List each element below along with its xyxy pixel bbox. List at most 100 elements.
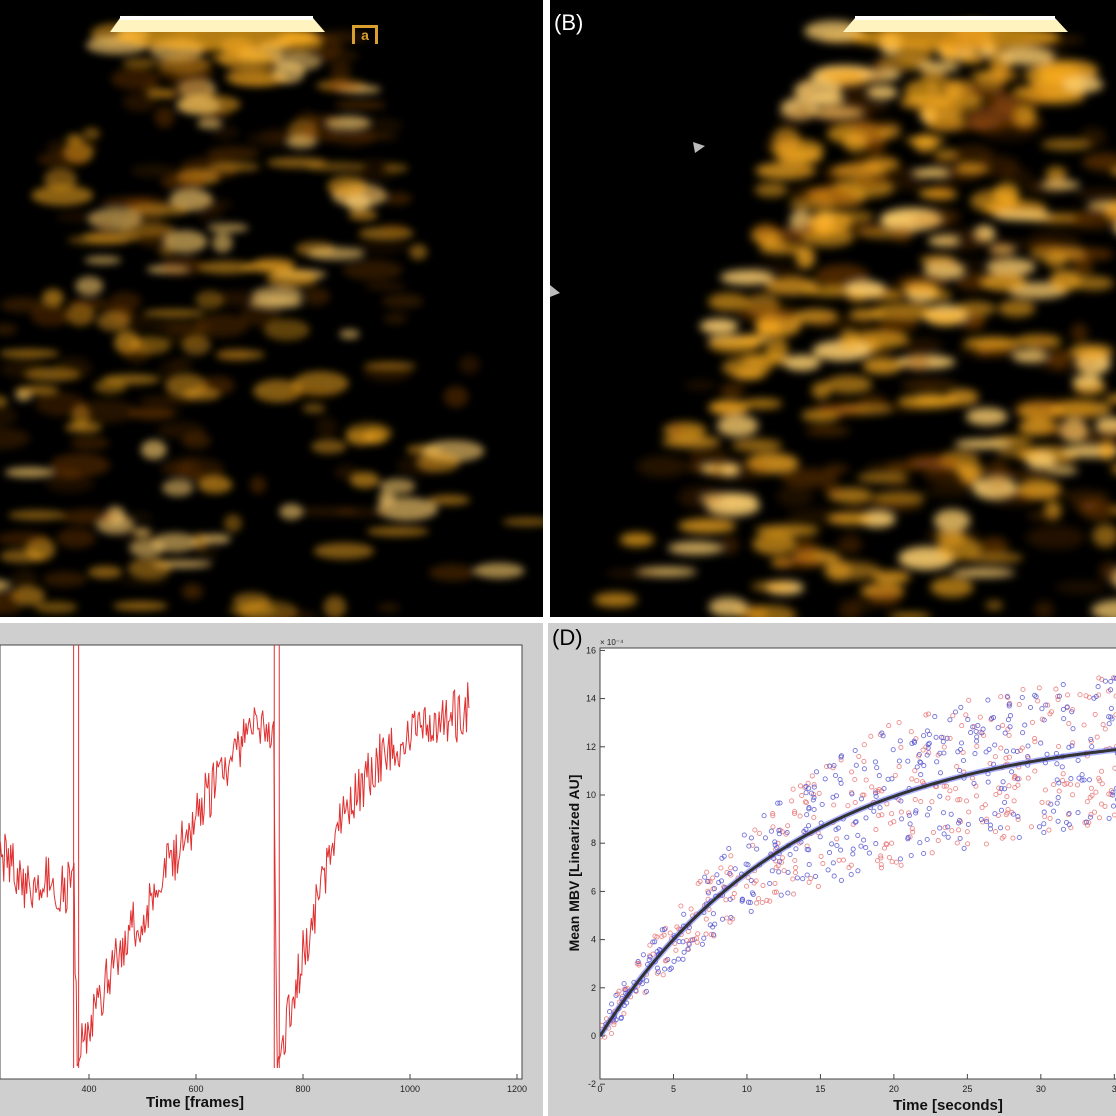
contrast-speckle [215, 350, 265, 360]
contrast-speckle [733, 367, 765, 380]
contrast-speckle [993, 210, 1051, 221]
contrast-speckle [776, 485, 814, 508]
contrast-speckle [998, 47, 1055, 66]
contrast-speckle [84, 256, 122, 265]
contrast-speckle [789, 186, 846, 201]
contrast-speckle [708, 597, 748, 617]
contrast-speckle [1045, 421, 1091, 438]
contrast-speckle [135, 406, 183, 419]
contrast-speckle [751, 581, 794, 592]
contrast-speckle [329, 129, 375, 147]
contrast-speckle [159, 256, 204, 277]
contrast-speckle [207, 223, 249, 233]
x-tick-label: 15 [815, 1084, 825, 1094]
contrast-speckle [827, 512, 872, 525]
contrast-speckle [752, 533, 797, 555]
contrast-speckle [955, 301, 996, 317]
ultrasound-marker: a [352, 22, 382, 44]
y-tick-label: 2 [591, 983, 596, 993]
contrast-speckle [210, 51, 272, 64]
contrast-speckle [207, 162, 261, 172]
contrast-speckle [699, 318, 739, 334]
contrast-speckle [925, 484, 974, 498]
contrast-speckle [1047, 466, 1078, 475]
transducer-edge [843, 18, 1068, 32]
contrast-speckle [409, 244, 428, 260]
contrast-speckle [708, 336, 761, 353]
x-axis-label: Time [frames] [146, 1094, 244, 1111]
contrast-speckle [459, 355, 481, 375]
contrast-speckle [963, 315, 986, 329]
x-tick-label: 20 [889, 1084, 899, 1094]
contrast-speckle [175, 95, 221, 116]
contrast-speckle [307, 247, 365, 261]
contrast-speckle [204, 198, 233, 210]
contrast-speckle [731, 438, 783, 452]
x-tick-label: 1000 [400, 1084, 420, 1094]
contrast-speckle [891, 224, 914, 243]
plot-area [599, 647, 1116, 1080]
contrast-speckle [777, 109, 814, 126]
contrast-speckle [122, 527, 160, 546]
contrast-speckle [146, 89, 177, 99]
contrast-speckle [182, 387, 221, 401]
contrast-speckle [925, 113, 965, 132]
contrast-speckle [0, 297, 45, 313]
contrast-speckle [969, 70, 1021, 81]
contrast-speckle [330, 62, 352, 81]
contrast-speckle [928, 181, 955, 200]
contrast-speckle [96, 216, 116, 241]
contrast-speckle [824, 464, 849, 474]
contrast-speckle [987, 238, 1012, 263]
contrast-speckle [73, 399, 138, 423]
contrast-speckle [1099, 561, 1116, 582]
contrast-speckle [70, 436, 110, 450]
contrast-speckle [196, 546, 219, 561]
contrast-speckle [249, 296, 303, 309]
x-tick-label: 5 [671, 1084, 676, 1094]
contrast-speckle [792, 167, 823, 176]
contrast-speckle [129, 336, 171, 355]
contrast-speckle [380, 223, 408, 233]
contrast-speckle [212, 232, 233, 253]
contrast-speckle [958, 53, 985, 64]
y-tick-label: 14 [586, 694, 596, 704]
contrast-speckle [859, 394, 888, 410]
contrast-speckle [991, 491, 1037, 508]
contrast-speckle [197, 118, 223, 129]
contrast-speckle [951, 568, 1016, 578]
contrast-speckle [252, 257, 296, 271]
contrast-speckle [910, 213, 954, 229]
contrast-speckle [348, 209, 378, 221]
x-tick-label: 0 [597, 1084, 602, 1094]
contrast-speckle [162, 479, 194, 497]
contrast-speckle [719, 383, 745, 397]
contrast-speckle [339, 329, 360, 339]
contrast-speckle [334, 99, 386, 110]
contrast-speckle [12, 570, 38, 589]
contrast-speckle [68, 297, 111, 311]
contrast-speckle [857, 472, 908, 484]
contrast-speckle [345, 422, 393, 445]
contrast-speckle [805, 425, 851, 436]
contrast-speckle [911, 168, 951, 178]
contrast-speckle [1072, 374, 1102, 388]
contrast-speckle [311, 439, 347, 454]
contrast-speckle [364, 282, 407, 291]
contrast-speckle [815, 103, 871, 125]
contrast-speckle [342, 259, 403, 281]
contrast-speckle [416, 452, 461, 473]
x-tick-label: 1200 [507, 1084, 527, 1094]
y-tick-label: 0 [591, 1031, 596, 1041]
contrast-speckle [720, 269, 774, 286]
contrast-speckle [903, 281, 938, 295]
contrast-speckle [1041, 138, 1092, 151]
x-tick-label: 10 [742, 1084, 752, 1094]
contrast-speckle [771, 139, 825, 160]
contrast-speckle [813, 316, 870, 331]
contrast-speckle [273, 61, 305, 84]
contrast-speckle [383, 163, 409, 173]
y-tick-label: -2 [588, 1079, 596, 1089]
contrast-speckle [963, 336, 1021, 350]
contrast-speckle [900, 379, 957, 391]
